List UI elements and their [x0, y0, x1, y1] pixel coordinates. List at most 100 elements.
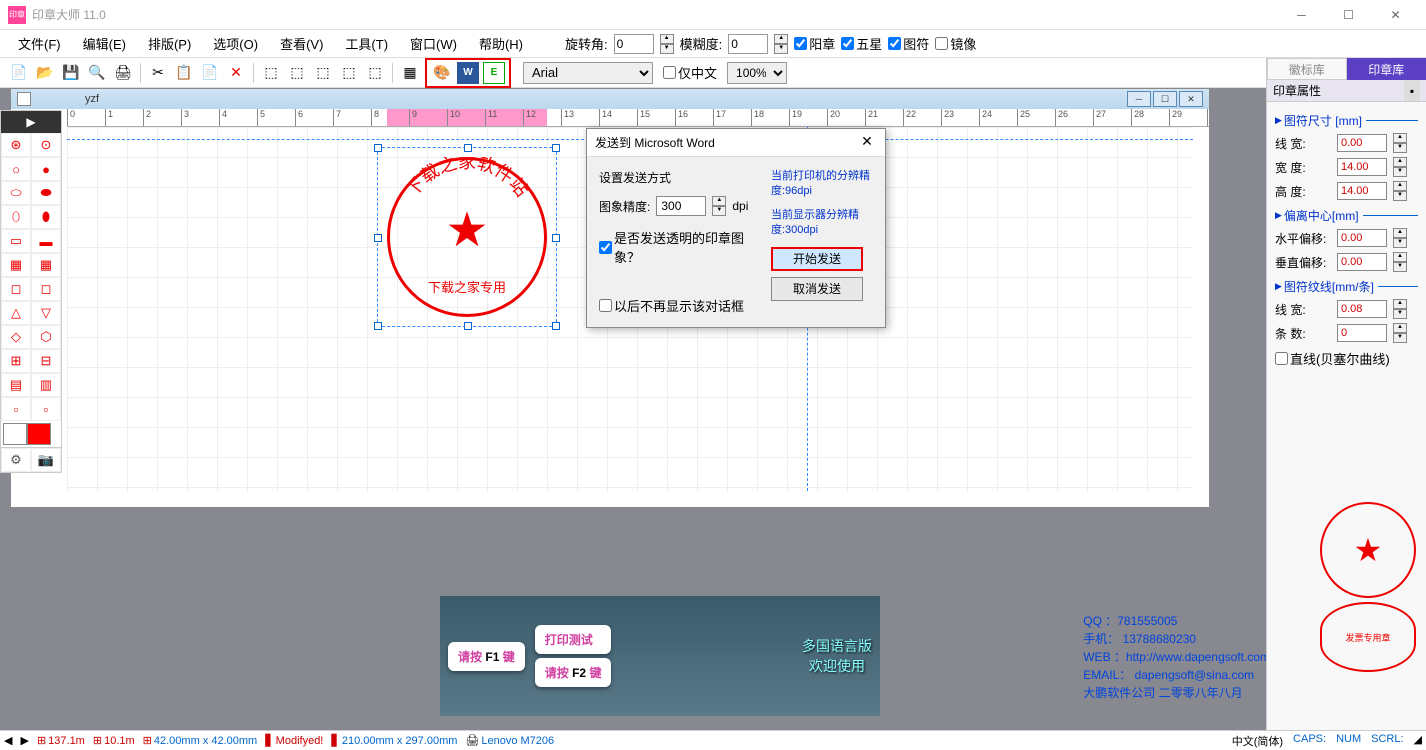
shape-sm2[interactable]: ▫ [31, 397, 61, 421]
paste-icon[interactable]: 📄 [199, 62, 221, 84]
chk-transparent[interactable]: 是否发送透明的印章图象？ [599, 228, 763, 266]
props-close[interactable]: ▪ [1404, 80, 1420, 101]
shape-grid2[interactable]: ▦ [31, 253, 61, 277]
shape-bar1[interactable]: ▤ [1, 373, 31, 397]
doc-close[interactable]: ✕ [1179, 91, 1203, 107]
shape-ellipse2[interactable]: ⬬ [31, 181, 61, 205]
chk-bezier[interactable]: 直线(贝塞尔曲线) [1275, 349, 1418, 368]
shape-circle-dot[interactable]: ⊙ [31, 133, 61, 157]
menu-file[interactable]: 文件(F) [8, 30, 71, 57]
rot-down[interactable]: ▼ [660, 44, 674, 54]
align4-icon[interactable]: ⬚ [338, 62, 360, 84]
chk-star[interactable]: 五星 [841, 34, 882, 53]
preview-icon[interactable]: 🔍 [86, 62, 108, 84]
grid-icon[interactable]: ▦ [399, 62, 421, 84]
maximize-button[interactable]: ☐ [1326, 1, 1371, 29]
cut-icon[interactable]: ✂ [147, 62, 169, 84]
align2-icon[interactable]: ⬚ [286, 62, 308, 84]
menu-window[interactable]: 窗口(W) [400, 30, 467, 57]
shape-circle[interactable]: ○ [1, 157, 31, 181]
new-icon[interactable]: 📄 [8, 62, 30, 84]
tab-seal-lib[interactable]: 印章库 [1347, 58, 1426, 80]
sb-resize-icon[interactable]: ◢ [1414, 733, 1422, 749]
width-input[interactable] [1337, 158, 1387, 176]
shape-diam[interactable]: ◇ [1, 325, 31, 349]
menu-help[interactable]: 帮助(H) [469, 30, 533, 57]
hoff-input[interactable] [1337, 229, 1387, 247]
font-select[interactable]: Arial [523, 62, 653, 84]
copy-icon[interactable]: 📋 [173, 62, 195, 84]
zoom-select[interactable]: 100% [727, 62, 787, 84]
chk-mirror[interactable]: 镜像 [935, 34, 976, 53]
doc-min[interactable]: ─ [1127, 91, 1151, 107]
rot-up[interactable]: ▲ [660, 34, 674, 44]
shape-rect1[interactable]: ▭ [1, 229, 31, 253]
chk-cnonly[interactable]: 仅中文 [663, 63, 717, 82]
pline-input[interactable] [1337, 300, 1387, 318]
shape-oval[interactable]: ⬯ [1, 205, 31, 229]
shape-sq1[interactable]: ◻ [1, 277, 31, 301]
blur-up[interactable]: ▲ [774, 34, 788, 44]
export-excel-icon[interactable]: E [483, 62, 505, 84]
shape-ellipse[interactable]: ⬭ [1, 181, 31, 205]
stamp-preview-2[interactable]: 发票专用章 [1320, 602, 1416, 672]
palette-play-icon[interactable]: ▶ [1, 111, 61, 133]
tab-badge-lib[interactable]: 徽标库 [1267, 58, 1347, 80]
seal-object[interactable]: 下载之家软件站 ★ 下载之家专用 [387, 157, 547, 317]
line-width-input[interactable] [1337, 134, 1387, 152]
start-send-button[interactable]: 开始发送 [771, 247, 863, 271]
chk-tufu[interactable]: 图符 [888, 34, 929, 53]
shape-sq2[interactable]: ◻ [31, 277, 61, 301]
color-red[interactable] [27, 423, 51, 445]
shape-tri1[interactable]: △ [1, 301, 31, 325]
doc-max[interactable]: ☐ [1153, 91, 1177, 107]
precision-input[interactable] [656, 196, 706, 216]
shape-split1[interactable]: ⊞ [1, 349, 31, 373]
export-img-icon[interactable]: 🎨 [431, 62, 453, 84]
pcount-input[interactable] [1337, 324, 1387, 342]
menu-options[interactable]: 选项(O) [203, 30, 268, 57]
height-input[interactable] [1337, 182, 1387, 200]
align5-icon[interactable]: ⬚ [364, 62, 386, 84]
menu-edit[interactable]: 编辑(E) [73, 30, 136, 57]
shape-grid1[interactable]: ▦ [1, 253, 31, 277]
blur-input[interactable] [728, 34, 768, 54]
color-white[interactable] [3, 423, 27, 445]
menu-tools[interactable]: 工具(T) [335, 30, 398, 57]
align3-icon[interactable]: ⬚ [312, 62, 334, 84]
shape-circle-star[interactable]: ⊛ [1, 133, 31, 157]
shape-sm1[interactable]: ▫ [1, 397, 31, 421]
close-button[interactable]: ✕ [1373, 1, 1418, 29]
delete-icon[interactable]: ✕ [225, 62, 247, 84]
tool-2[interactable]: 📷 [31, 448, 61, 472]
doc-titlebar[interactable]: yzf ─ ☐ ✕ [11, 89, 1209, 109]
dialog-close-icon[interactable]: ✕ [857, 133, 877, 153]
menu-layout[interactable]: 排版(P) [138, 30, 201, 57]
cancel-send-button[interactable]: 取消发送 [771, 277, 863, 301]
shape-oval2[interactable]: ⬮ [31, 205, 61, 229]
stamp-preview-1[interactable]: ★ [1320, 502, 1416, 598]
voff-input[interactable] [1337, 253, 1387, 271]
sb-nav-right[interactable]: ▶ [20, 734, 28, 747]
shape-circle-fill[interactable]: ● [31, 157, 61, 181]
export-word-icon[interactable]: W [457, 62, 479, 84]
shape-rect2[interactable]: ▬ [31, 229, 61, 253]
tool-1[interactable]: ⚙ [1, 448, 31, 472]
print-icon[interactable]: 🖨 [112, 62, 134, 84]
align1-icon[interactable]: ⬚ [260, 62, 282, 84]
chk-yang[interactable]: 阳章 [794, 34, 835, 53]
blur-down[interactable]: ▼ [774, 44, 788, 54]
chk-noshow[interactable]: 以后不再显示该对话框 [599, 296, 763, 315]
sb-y: 10.1m [104, 735, 135, 747]
shape-hex[interactable]: ⬡ [31, 325, 61, 349]
rotation-input[interactable] [614, 34, 654, 54]
sb-nav-left[interactable]: ◀ [4, 734, 12, 747]
minimize-button[interactable]: ─ [1279, 1, 1324, 29]
shape-tri2[interactable]: ▽ [31, 301, 61, 325]
shape-split2[interactable]: ⊟ [31, 349, 61, 373]
ruler-horizontal[interactable]: 0123456789101112131415161718192021222324… [67, 109, 1209, 127]
open-icon[interactable]: 📂 [34, 62, 56, 84]
menu-view[interactable]: 查看(V) [270, 30, 333, 57]
save-icon[interactable]: 💾 [60, 62, 82, 84]
shape-bar2[interactable]: ▥ [31, 373, 61, 397]
